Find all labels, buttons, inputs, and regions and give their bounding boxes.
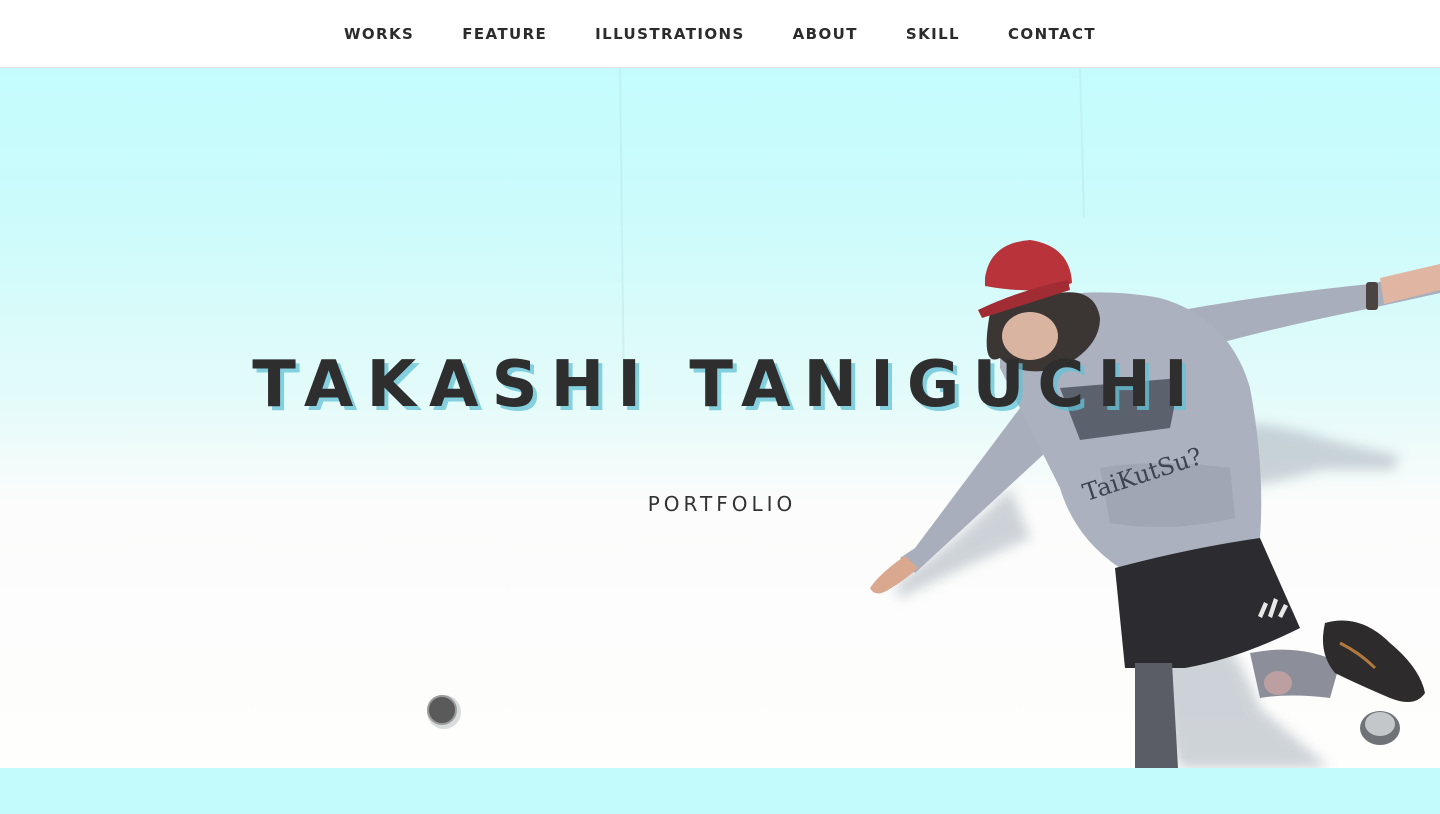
nav-item-skill: SKILL (906, 25, 960, 43)
nav-list: WORKS FEATURE ILLUSTRATIONS ABOUT SKILL … (344, 25, 1096, 43)
drain-hole (427, 695, 461, 729)
nav-link-illustrations[interactable]: ILLUSTRATIONS (595, 25, 745, 43)
bottom-accent-band (0, 768, 1440, 814)
can (1360, 711, 1400, 745)
nav-link-feature[interactable]: FEATURE (462, 25, 547, 43)
nav-link-about[interactable]: ABOUT (793, 25, 858, 43)
shoe (1322, 620, 1425, 702)
hero-title: TAKASHI TANIGUCHI (252, 348, 1201, 422)
nav-link-works[interactable]: WORKS (344, 25, 414, 43)
hero-section: TaiKutSu? TAKASHI TANIGUCHI PORTFOLIO (0, 68, 1440, 768)
hero-subtitle: PORTFOLIO (647, 492, 797, 516)
top-navigation: WORKS FEATURE ILLUSTRATIONS ABOUT SKILL … (0, 0, 1440, 68)
nav-item-about: ABOUT (793, 25, 858, 43)
nav-item-feature: FEATURE (462, 25, 547, 43)
nav-item-works: WORKS (344, 25, 414, 43)
nav-item-illustrations: ILLUSTRATIONS (595, 25, 745, 43)
nav-link-contact[interactable]: CONTACT (1008, 25, 1096, 43)
nav-item-contact: CONTACT (1008, 25, 1096, 43)
nav-link-skill[interactable]: SKILL (906, 25, 960, 43)
